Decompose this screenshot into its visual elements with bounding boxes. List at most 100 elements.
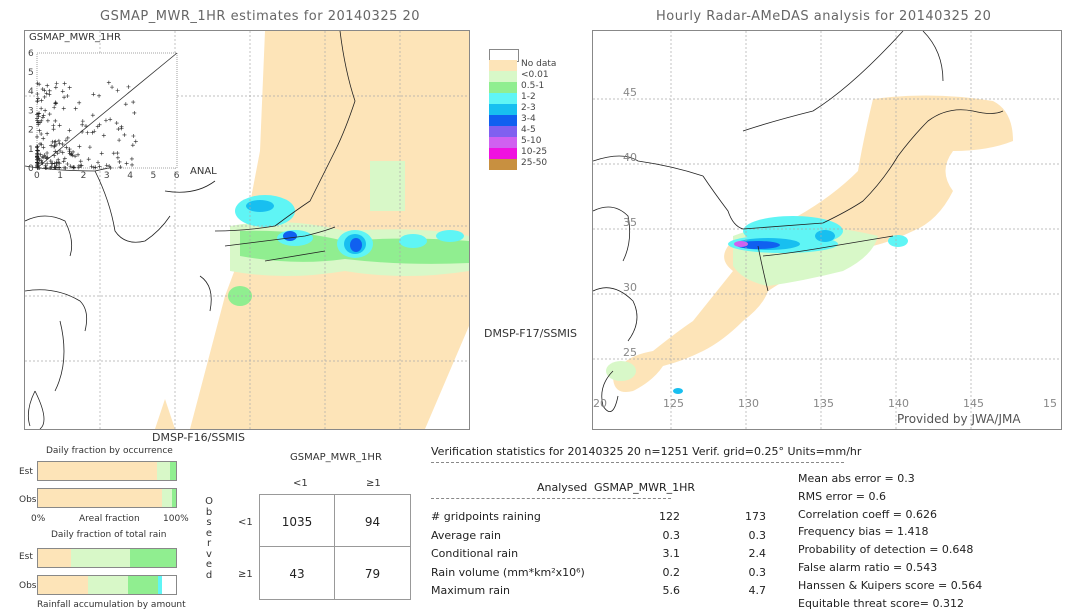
- legend-label: 10-25: [521, 147, 548, 157]
- occurrence-title: Daily fraction by occurrence: [46, 446, 173, 456]
- scatter-y-tick: 6: [28, 49, 34, 59]
- analysis-rain-south: [606, 361, 636, 381]
- sensor-label-right: DMSP-F17/SSMIS: [484, 327, 578, 340]
- scatter-x-ticks: 0 1 2 3 4 5 6: [34, 171, 180, 180]
- contingency-hline: [260, 546, 410, 547]
- occurrence-panel: Daily fraction by occurrence Est Obs 0% …: [0, 443, 200, 533]
- total-rain-obs-label: Obs: [19, 581, 37, 591]
- bar-segment: [162, 489, 172, 507]
- data-credit: Provided by JWA/JMA: [897, 412, 1021, 426]
- lon-tick: 125: [663, 397, 684, 410]
- legend-swatch: [489, 126, 517, 137]
- legend-swatch: [489, 159, 517, 170]
- scatter-xlabel: ANAL: [190, 166, 217, 177]
- lon-tick: 140: [888, 397, 909, 410]
- rain-core-blue: [283, 231, 297, 241]
- scatter-y-tick: 2: [28, 126, 34, 136]
- analysis-rain-blue-east: [815, 230, 835, 242]
- lat-tick: 45: [623, 86, 637, 99]
- contingency-header: GSMAP_MWR_1HR: [290, 452, 382, 463]
- legend-label: 5-10: [521, 136, 542, 146]
- lon-tick: 130: [738, 397, 759, 410]
- scatter-y-ticks: 0123456: [28, 49, 34, 174]
- verification-analysed: 0.2: [662, 565, 681, 579]
- lon-tick: 145: [963, 397, 984, 410]
- scatter-x-tick: 6: [174, 171, 180, 180]
- right-map-title: Hourly Radar-AMeDAS analysis for 2014032…: [656, 9, 992, 24]
- occurrence-xmax: 100%: [163, 514, 189, 524]
- right-map: 45 40 35 30 25 20 125 130 135 140 145 15 Provided …: [592, 30, 1062, 430]
- lat-tick: 30: [623, 281, 637, 294]
- total-rain-est-label: Est: [19, 552, 33, 562]
- score-item: Equitable threat score= 0.312: [798, 596, 964, 610]
- scatter-x-tick: 4: [127, 171, 133, 180]
- rain-area-green: [228, 286, 252, 306]
- legend-label: <0.01: [521, 70, 549, 80]
- scatter-x-tick: 2: [81, 171, 87, 180]
- total-rain-obs-bar: [37, 575, 177, 595]
- verification-label: Rain volume (mm*km²x10⁶): [431, 565, 585, 579]
- bar-segment: [38, 576, 88, 594]
- verification-gsmap: 173: [745, 510, 766, 523]
- bar-segment: [171, 489, 176, 507]
- verification-analysed: 122: [659, 510, 680, 523]
- bar-segment: [158, 576, 163, 594]
- legend-label: 25-50: [521, 158, 548, 168]
- legend-swatch: [489, 82, 517, 93]
- scatter-y-tick: 1: [28, 145, 34, 155]
- lon-tick: 135: [813, 397, 834, 410]
- legend-item: 25-50: [489, 158, 559, 170]
- legend-label: 1-2: [521, 92, 536, 102]
- scatter-y-tick: 3: [28, 106, 34, 116]
- bar-segment: [87, 576, 128, 594]
- contingency-row-1: ≥1: [238, 569, 253, 580]
- legend-swatch: [489, 93, 517, 104]
- verification-gsmap: 2.4: [748, 547, 767, 560]
- score-item: Hanssen & Kuipers score = 0.564: [798, 578, 983, 592]
- contingency-col-1: ≥1: [366, 478, 381, 489]
- scatter-x-tick: 0: [34, 171, 40, 180]
- verification-label: Conditional rain: [431, 547, 519, 560]
- verification-label: Average rain: [431, 528, 501, 542]
- bar-segment: [130, 549, 176, 567]
- verification-analysed: 5.6: [662, 584, 681, 597]
- legend-label: 3-4: [521, 114, 536, 124]
- total-rain-title: Daily fraction of total rain: [51, 530, 167, 540]
- verification-label: Maximum rain: [431, 584, 510, 597]
- contingency-vline: [334, 495, 335, 599]
- rain-area-blue-north: [246, 200, 274, 212]
- lat-tick: 35: [623, 216, 637, 229]
- verification-gsmap: 0.3: [748, 528, 767, 542]
- score-item: Correlation coeff = 0.626: [798, 507, 937, 521]
- legend-swatch: [489, 137, 517, 148]
- occurrence-est-label: Est: [19, 467, 33, 477]
- scatter-y-tick: 4: [28, 87, 34, 97]
- total-rain-est-bar: [37, 548, 177, 568]
- verification-analysed: 3.1: [662, 547, 681, 560]
- score-item: RMS error = 0.6: [798, 489, 886, 503]
- bar-segment: [71, 549, 131, 567]
- lat-tick: 40: [623, 151, 637, 164]
- verification-header: Verification statistics for 20140325 20 …: [431, 445, 862, 458]
- contingency-row-0: <1: [238, 517, 253, 528]
- occurrence-obs-bar: [37, 488, 177, 508]
- score-item: False alarm ratio = 0.543: [798, 561, 938, 574]
- total-rain-footer: Rainfall accumulation by amount: [37, 600, 186, 610]
- score-item: Mean abs error = 0.3: [798, 472, 915, 485]
- right-map-canvas: [593, 31, 1061, 429]
- legend-swatch: [489, 60, 517, 71]
- bar-segment: [127, 576, 159, 594]
- analysis-rain-south-blue: [673, 388, 683, 394]
- bar-segment: [156, 462, 171, 480]
- color-legend: No data <0.01 0.5-1 1-2 2-3 3-4 4-5 5-10 10-25 25…: [489, 49, 559, 171]
- cell-hits-neg: 1035: [281, 515, 313, 529]
- bar-segment: [170, 462, 176, 480]
- cell-false-alarms: 94: [364, 515, 381, 529]
- col-analysed: Analysed: [537, 481, 588, 494]
- rain-core-dark: [350, 238, 362, 252]
- verification-gsmap: 0.3: [748, 565, 767, 579]
- contingency-row-title: Observed: [205, 496, 213, 581]
- scatter-x-tick: 5: [151, 171, 157, 180]
- contingency-grid: 1035 94 43 79: [259, 494, 411, 600]
- lon-tick: 20: [593, 397, 607, 410]
